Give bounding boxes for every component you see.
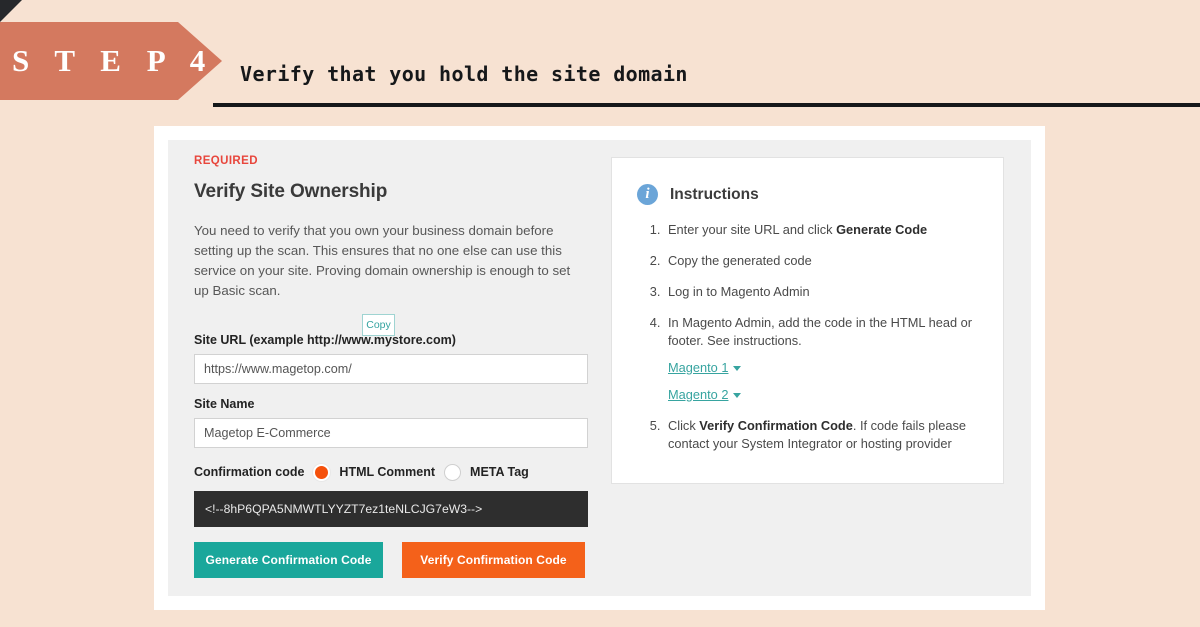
verify-site-ownership-form: REQUIRED Verify Site Ownership You need … xyxy=(194,155,589,578)
instruction-item-4: In Magento Admin, add the code in the HT… xyxy=(664,314,981,404)
page-title: Verify Site Ownership xyxy=(194,181,388,202)
generate-confirmation-code-button[interactable]: Generate Confirmation Code xyxy=(194,542,383,578)
instruction-item-1: Enter your site URL and click Generate C… xyxy=(664,221,981,239)
confirmation-code-label: Confirmation code xyxy=(194,465,305,479)
instruction-4-text: In Magento Admin, add the code in the HT… xyxy=(668,315,972,348)
chevron-down-icon xyxy=(733,393,742,399)
info-icon: i xyxy=(637,184,658,205)
copy-button[interactable]: Copy xyxy=(362,314,395,336)
instruction-5-bold: Verify Confirmation Code xyxy=(699,418,853,433)
form-action-buttons: Generate Confirmation Code Verify Confir… xyxy=(194,542,589,578)
confirmation-code-type-group: Confirmation code HTML Comment META Tag xyxy=(194,461,589,483)
instruction-5-text: Click xyxy=(668,418,700,433)
verify-confirmation-code-button[interactable]: Verify Confirmation Code xyxy=(402,542,585,578)
required-badge: REQUIRED xyxy=(194,155,258,167)
header-divider xyxy=(213,103,1200,107)
step-header: S T E P 4 Verify that you hold the site … xyxy=(0,0,1200,110)
radio-meta-tag[interactable] xyxy=(444,463,462,481)
instruction-item-5: Click Verify Confirmation Code. If code … xyxy=(664,417,981,453)
magento-links: Magento 1 Magento 2 xyxy=(668,359,981,404)
step-banner: S T E P 4 xyxy=(0,22,222,100)
instruction-item-3: Log in to Magento Admin xyxy=(664,283,981,301)
instructions-title: Instructions xyxy=(670,185,759,203)
magento-1-link[interactable]: Magento 1 xyxy=(668,359,981,377)
step-title: Verify that you hold the site domain xyxy=(240,62,688,86)
magento-2-label: Magento 2 xyxy=(668,387,729,402)
instruction-item-2: Copy the generated code xyxy=(664,252,981,270)
radio-html-comment[interactable] xyxy=(313,463,331,481)
site-name-input[interactable] xyxy=(194,418,588,448)
panel-description: You need to verify that you own your bus… xyxy=(194,223,571,298)
instructions-header: i Instructions xyxy=(612,158,1003,205)
step-number-label: S T E P 4 xyxy=(12,43,215,78)
chevron-down-icon xyxy=(733,366,742,372)
confirmation-code-output: <!--8hP6QPA5NMWTLYYZT7ez1teNLCJG7eW3--> xyxy=(194,491,588,527)
site-name-label: Site Name xyxy=(194,397,255,411)
instruction-1-text: Enter your site URL and click xyxy=(668,222,837,237)
site-url-input[interactable] xyxy=(194,354,588,384)
corner-triangle-decoration xyxy=(0,0,22,22)
instruction-1-bold: Generate Code xyxy=(836,222,928,237)
instructions-card: i Instructions Enter your site URL and c… xyxy=(611,157,1004,484)
magento-2-link[interactable]: Magento 2 xyxy=(668,386,981,404)
radio-html-comment-label: HTML Comment xyxy=(339,465,436,479)
radio-meta-tag-label: META Tag xyxy=(470,465,529,479)
magento-1-label: Magento 1 xyxy=(668,360,729,375)
instructions-list: Enter your site URL and click Generate C… xyxy=(612,221,1003,453)
